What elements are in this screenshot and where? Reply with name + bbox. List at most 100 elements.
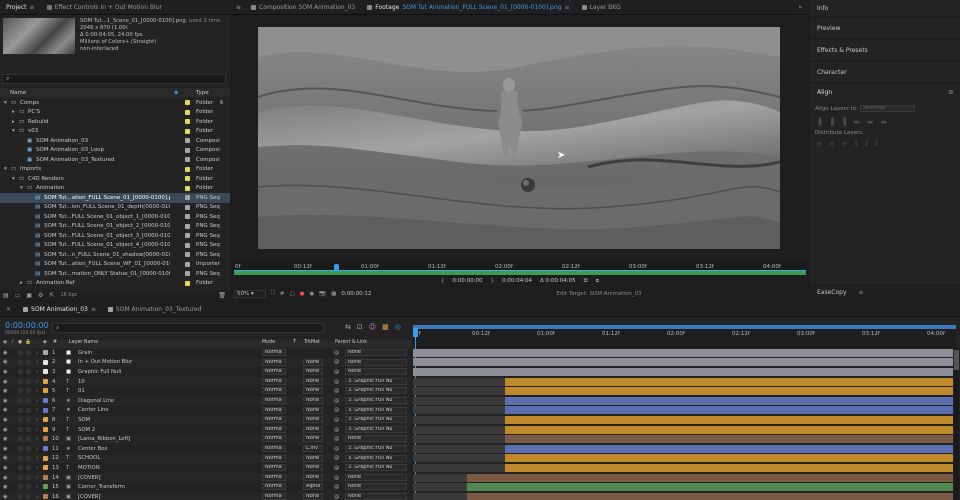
layer-duration-bar[interactable] xyxy=(413,348,953,357)
trkmat-dropdown[interactable]: None xyxy=(303,454,323,462)
layer-label-color[interactable] xyxy=(43,388,48,394)
layer-name[interactable]: 01 xyxy=(78,388,85,394)
timeline-layer-row[interactable]: ◉ › 14 ▣ [COVER] Norma None @ None xyxy=(0,472,412,483)
mode-dropdown[interactable]: Norma xyxy=(262,368,286,376)
character-panel[interactable]: Character xyxy=(810,62,960,82)
eye-icon[interactable]: ◉ xyxy=(3,427,8,433)
layer-label-color[interactable] xyxy=(43,465,48,471)
eye-icon[interactable]: ◉ xyxy=(3,455,8,461)
pickwhip-icon[interactable]: @ xyxy=(334,465,339,471)
distribute-left-icon[interactable]: ⦀ xyxy=(855,140,858,149)
disclosure-triangle-icon[interactable]: ▾ xyxy=(4,100,7,106)
mode-dropdown[interactable]: Norma xyxy=(262,416,286,424)
tag-icon[interactable]: ◆ xyxy=(174,90,178,96)
mode-dropdown[interactable]: Norma xyxy=(262,435,286,443)
parent-dropdown[interactable]: None xyxy=(345,493,407,500)
eye-icon[interactable]: ◉ xyxy=(3,436,8,442)
pickwhip-icon[interactable]: @ xyxy=(334,427,339,433)
mode-dropdown[interactable]: Norma xyxy=(262,397,286,404)
layer-duration-bar[interactable] xyxy=(504,406,953,415)
viewer-menu-icon[interactable]: ≡ xyxy=(232,0,245,15)
trkmat-dropdown[interactable]: None xyxy=(303,406,323,414)
fit-icon[interactable]: ⛶ xyxy=(271,290,275,297)
eye-icon[interactable]: ◉ xyxy=(3,379,8,385)
project-item[interactable]: ▤ SOM Tut...FULL Scene_01_object_3_[0000-… xyxy=(0,231,230,241)
parent-dropdown[interactable]: None xyxy=(345,483,407,491)
layer-duration-bar[interactable] xyxy=(467,473,953,482)
timeline-close-icon[interactable]: ✕ xyxy=(0,303,17,317)
project-item[interactable]: ▣ SOM Animation_03 Composi xyxy=(0,136,230,146)
expand-toggle-icon[interactable]: › xyxy=(36,417,38,423)
info-panel[interactable]: Info xyxy=(810,0,960,16)
label-color-swatch[interactable] xyxy=(185,109,190,115)
zoom-dropdown[interactable]: 50% ▾ xyxy=(234,289,266,298)
trkmat-dropdown[interactable]: None xyxy=(303,425,323,433)
grid-icon[interactable]: # xyxy=(280,291,285,297)
eye-icon[interactable]: ◉ xyxy=(3,407,8,413)
trkmat-dropdown[interactable]: None xyxy=(303,464,323,472)
timeline-layer-row[interactable]: ◉ › 4 T 10 Norma None @3. Graphic Full Nu xyxy=(0,376,412,387)
overlay-edit-icon[interactable]: ⧈ xyxy=(596,278,600,285)
label-color-swatch[interactable] xyxy=(185,128,190,134)
trkmat-dropdown[interactable]: L.Inv xyxy=(303,445,323,452)
show-snapshot-icon[interactable]: ▦ xyxy=(331,291,336,297)
project-item[interactable]: ▸ ▭ Rebuild Folder xyxy=(0,117,230,127)
expand-toggle-icon[interactable]: › xyxy=(36,455,38,461)
layer-name[interactable]: Graphic Full Null xyxy=(78,369,121,375)
pickwhip-icon[interactable]: @ xyxy=(334,455,339,461)
project-search-input[interactable]: ⌕ xyxy=(2,74,226,84)
col-type[interactable]: Type xyxy=(196,90,209,96)
project-item[interactable]: ▤ SOM Tut...FULL Scene_01_object_2_[0000-… xyxy=(0,222,230,232)
mode-dropdown[interactable]: Norma xyxy=(262,483,286,491)
col-layer-name[interactable]: Layer Name xyxy=(69,340,98,345)
label-color-swatch[interactable] xyxy=(185,138,190,144)
eye-icon[interactable]: ◉ xyxy=(3,359,8,365)
layer-label-color[interactable] xyxy=(43,484,48,490)
pickwhip-icon[interactable]: @ xyxy=(334,446,339,452)
pickwhip-icon[interactable]: @ xyxy=(334,475,339,481)
timeline-layer-row[interactable]: ◉ › 16 ▣ [COVER] Norma None @ None xyxy=(0,492,412,500)
align-menu-icon[interactable]: ≡ xyxy=(948,88,954,96)
label-color-swatch[interactable] xyxy=(185,157,190,163)
layer-duration-bar[interactable] xyxy=(504,425,953,434)
lock-box[interactable] xyxy=(26,455,31,461)
timeline-layer-row[interactable]: ◉ › 6 ★ Diagonal Line Norma None @3. Graphic Fu… xyxy=(0,396,412,406)
parent-dropdown[interactable]: 3. Graphic Full Nu xyxy=(345,416,407,424)
project-item[interactable]: ▤ SOM Tut...FULL Scene_01_object_4_[0000-… xyxy=(0,241,230,251)
eye-icon[interactable]: ◉ xyxy=(3,465,8,471)
trkmat-dropdown[interactable]: None xyxy=(303,435,323,443)
parent-dropdown[interactable]: None xyxy=(345,368,407,376)
eye-icon[interactable]: ◉ xyxy=(3,369,8,375)
solo-box[interactable] xyxy=(18,484,23,490)
trkmat-dropdown[interactable]: None xyxy=(303,377,323,385)
project-item[interactable]: ▸ ▭ PC'S Folder xyxy=(0,108,230,118)
mode-dropdown[interactable]: Norma xyxy=(262,493,286,500)
pickwhip-icon[interactable]: @ xyxy=(334,484,339,490)
layer-label-color[interactable] xyxy=(43,494,48,499)
motion-blur-icon[interactable]: ◎ xyxy=(395,323,401,331)
viewer-current-time[interactable]: 0:00:00:12 xyxy=(341,291,371,297)
trkmat-dropdown[interactable]: None xyxy=(303,368,323,376)
project-item[interactable]: ▣ SOM Animation_03_Textured Composi xyxy=(0,155,230,165)
solo-box[interactable] xyxy=(18,388,23,394)
pickwhip-icon[interactable]: @ xyxy=(334,359,339,365)
col-name[interactable]: Name xyxy=(10,90,26,96)
mask-icon[interactable]: ▢ xyxy=(289,291,294,297)
lock-box[interactable] xyxy=(26,398,31,403)
timeline-scrollbar[interactable] xyxy=(954,348,959,500)
layer-duration-bar[interactable] xyxy=(504,435,953,444)
pickwhip-icon[interactable]: @ xyxy=(334,494,339,500)
disclosure-triangle-icon[interactable]: ▸ xyxy=(20,280,23,286)
lock-box[interactable] xyxy=(26,494,31,499)
expand-toggle-icon[interactable]: › xyxy=(36,484,38,490)
layer-duration-bar[interactable] xyxy=(504,454,953,463)
project-item[interactable]: ▣ SOM Animation_03_Loop Composi xyxy=(0,146,230,156)
layer-duration-bar[interactable] xyxy=(504,444,953,453)
trkmat-dropdown[interactable]: None xyxy=(303,416,323,424)
align-bottom-icon[interactable]: ▬ xyxy=(880,118,887,126)
align-dropdown[interactable]: Selection xyxy=(860,105,915,112)
label-color-swatch[interactable] xyxy=(185,195,190,201)
layer-label-color[interactable] xyxy=(43,474,48,480)
color-channel-icon[interactable]: ● xyxy=(300,291,305,297)
expand-panel-icon[interactable]: » xyxy=(792,0,808,15)
